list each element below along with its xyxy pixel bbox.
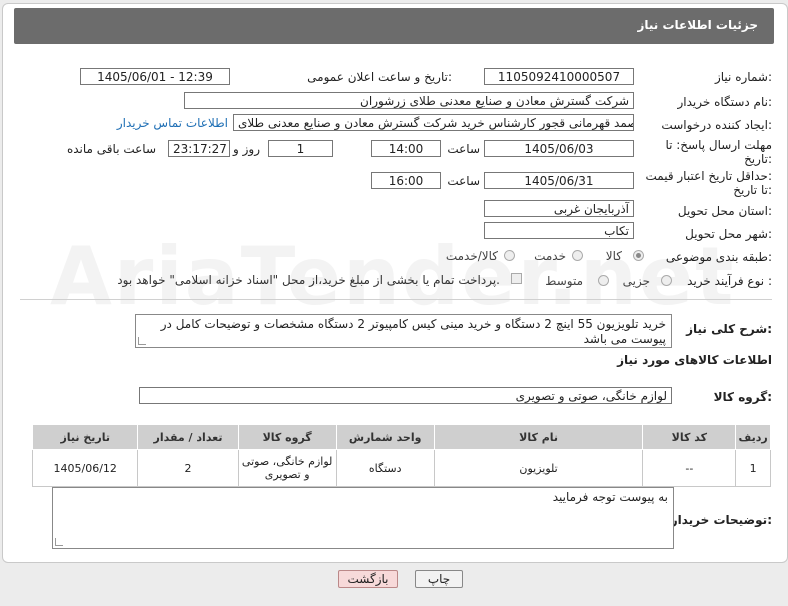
col-code: کد کالا (642, 424, 737, 450)
days-field[interactable]: 1 (268, 140, 333, 157)
resize-handle-icon[interactable] (138, 337, 146, 345)
cell-unit: دستگاه (335, 449, 435, 487)
col-name: نام کالا (433, 424, 644, 450)
contact-buyer-link[interactable]: اطلاعات تماس خریدار (117, 116, 228, 130)
goods-table-header: ردیف کد کالا نام کالا واحد شمارش گروه کا… (31, 424, 771, 450)
process-label: نوع فرآیند خرید : (687, 274, 772, 288)
page-header: جزئیات اطلاعات نیاز (14, 8, 774, 44)
need-number-label: شماره نیاز: (714, 70, 772, 84)
description-text: خرید تلویزیون 55 اینچ 2 دستگاه و خرید می… (160, 317, 666, 346)
cell-date: 1405/06/12 (31, 449, 139, 487)
goods-table: ردیف کد کالا نام کالا واحد شمارش گروه کا… (31, 424, 771, 487)
requester-field[interactable]: صمد قهرمانی قجور کارشناس خرید شرکت گسترش… (233, 114, 634, 131)
deadline-label-date: تاریخ: (744, 152, 772, 166)
category-radio-goods-service[interactable] (504, 250, 515, 261)
announce-field[interactable]: 1405/06/01 - 12:39 (80, 68, 230, 85)
deadline-time-label: ساعت (447, 142, 480, 156)
days-label: روز و (233, 142, 260, 156)
resize-handle-icon[interactable] (55, 538, 63, 546)
section-divider (20, 299, 772, 300)
cell-name: تلویزیون (433, 449, 644, 487)
goods-section-title: اطلاعات کالاهای مورد نیاز (617, 353, 772, 367)
min-date-field[interactable]: 1405/06/31 (484, 172, 634, 189)
category-radio-goods[interactable] (633, 250, 644, 261)
col-group: گروه کالا (237, 424, 337, 450)
process-option-minor: جزیی (622, 274, 650, 288)
category-radio-service[interactable] (572, 250, 583, 261)
back-button[interactable]: بازگشت (338, 570, 398, 588)
category-option-goods-service: کالا/خدمت (445, 249, 498, 263)
min-date-label-date: تا تاریخ: (733, 183, 772, 197)
page-title: جزئیات اطلاعات نیاز (637, 18, 758, 32)
deadline-date-field[interactable]: 1405/06/03 (484, 140, 634, 157)
col-qty: تعداد / مقدار (137, 424, 239, 450)
cell-code: -- (642, 449, 737, 487)
remaining-time-field[interactable]: 23:17:27 (168, 140, 230, 157)
announce-label: تاریخ و ساعت اعلان عمومی: (307, 70, 452, 84)
deadline-time-field[interactable]: 14:00 (371, 140, 441, 157)
category-option-service: خدمت (534, 249, 566, 263)
cell-group: لوازم خانگی، صوتی و تصویری (237, 449, 337, 487)
description-textarea[interactable]: خرید تلویزیون 55 اینچ 2 دستگاه و خرید می… (135, 314, 672, 348)
process-option-medium: متوسط (545, 274, 583, 288)
treasury-payment-checkbox[interactable] (511, 273, 522, 284)
min-time-label: ساعت (447, 174, 480, 188)
buyer-notes-textarea[interactable]: به پیوست توجه فرمایید (52, 487, 674, 549)
requester-label: ایجاد کننده درخواست: (661, 118, 772, 132)
category-label: طبقه بندی موضوعی: (665, 250, 772, 264)
process-radio-minor[interactable] (661, 275, 672, 286)
col-unit: واحد شمارش (335, 424, 435, 450)
min-time-field[interactable]: 16:00 (371, 172, 441, 189)
remaining-label: ساعت باقی مانده (66, 142, 156, 156)
col-date: تاریخ نیاز (31, 424, 139, 450)
print-button[interactable]: چاپ (415, 570, 463, 588)
goods-group-label: گروه کالا: (713, 390, 772, 404)
province-label: استان محل تحویل: (677, 204, 772, 218)
process-radio-medium[interactable] (598, 275, 609, 286)
category-option-goods: کالا (605, 249, 622, 263)
buyer-org-label: نام دستگاه خریدار: (677, 95, 773, 109)
city-field[interactable]: تکاب (484, 222, 634, 239)
goods-group-field[interactable]: لوازم خانگی، صوتی و تصویری (139, 387, 672, 404)
cell-qty: 2 (137, 449, 239, 487)
city-label: شهر محل تحویل: (685, 227, 772, 241)
description-label: شرح کلی نیاز: (686, 322, 772, 336)
col-row: ردیف (735, 424, 771, 450)
table-row[interactable]: 1 -- تلویزیون دستگاه لوازم خانگی، صوتی و… (31, 449, 771, 487)
buyer-notes-text: به پیوست توجه فرمایید (552, 490, 668, 504)
buyer-org-field[interactable]: شرکت گسترش معادن و صنایع معدنی طلای زرشو… (184, 92, 634, 109)
need-number-field[interactable]: 1105092410000507 (484, 68, 634, 85)
cell-row: 1 (735, 449, 771, 487)
min-date-label: حداقل تاریخ اعتبار قیمت: (645, 169, 772, 183)
buyer-notes-label: توضیحات خریدار: (670, 513, 772, 527)
treasury-payment-note: پرداخت تمام یا بخشی از مبلغ خرید،از محل … (117, 273, 500, 287)
province-field[interactable]: آذربایجان غربی (484, 200, 634, 217)
deadline-label: مهلت ارسال پاسخ: تا (665, 138, 772, 152)
